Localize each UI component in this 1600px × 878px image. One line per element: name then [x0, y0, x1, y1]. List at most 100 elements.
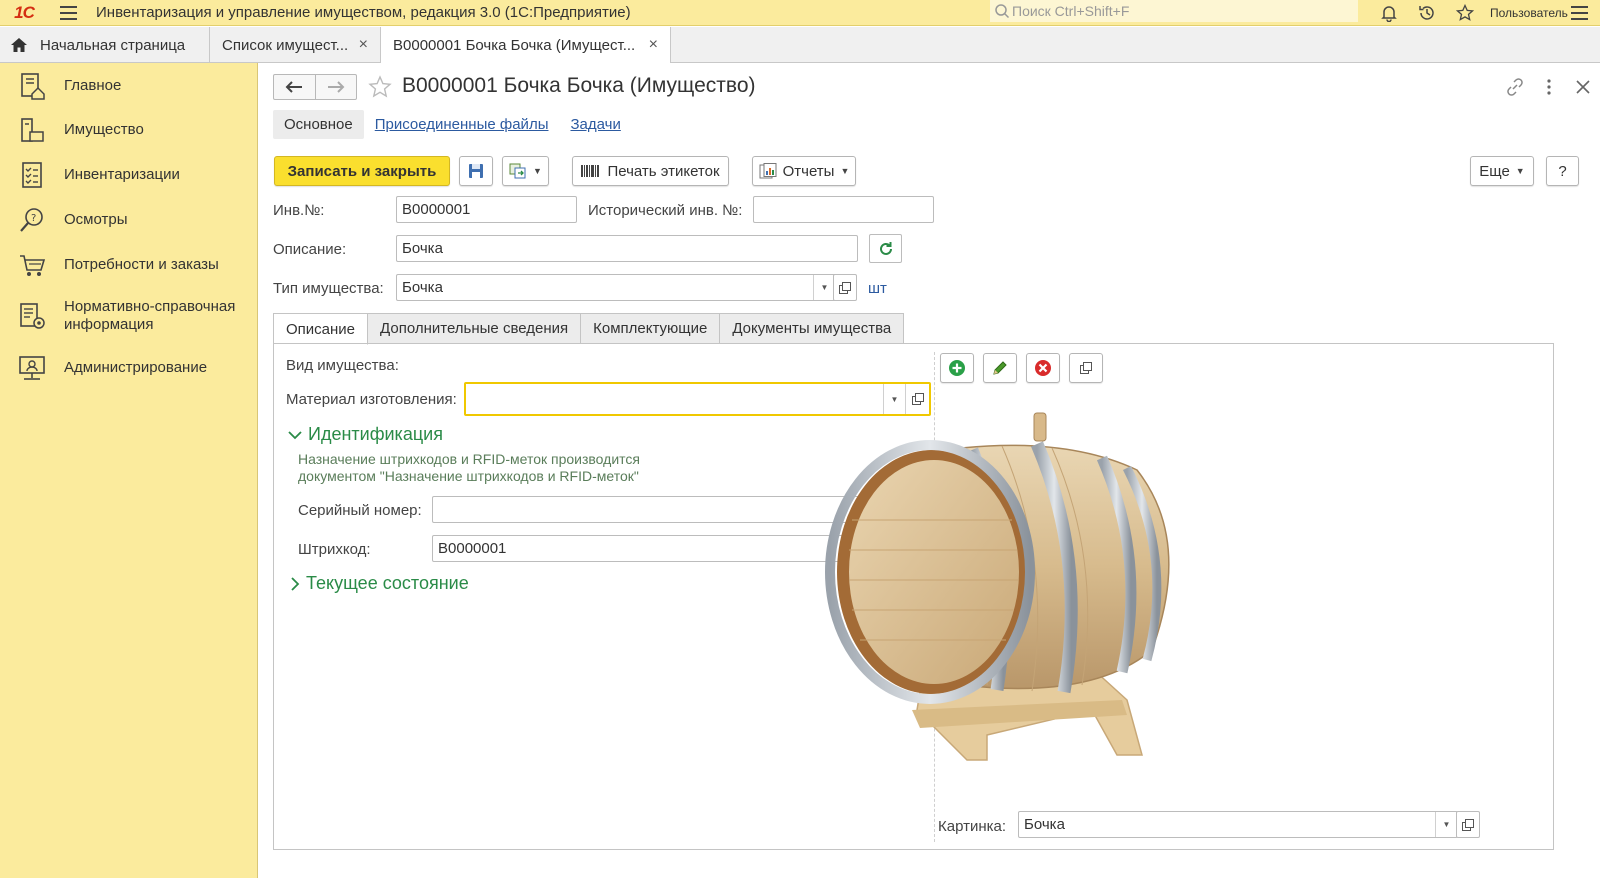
- save-and-close-button[interactable]: Записать и закрыть: [274, 156, 450, 186]
- picture-toolbar: [940, 353, 1103, 383]
- more-vertical-icon[interactable]: [1532, 73, 1566, 101]
- delete-picture-button[interactable]: [1026, 353, 1060, 383]
- save-button[interactable]: [459, 156, 493, 186]
- floppy-disk-icon: [469, 164, 483, 178]
- description-field[interactable]: Бочка: [396, 235, 858, 262]
- sidebar-item-assets[interactable]: Имущество: [0, 115, 258, 145]
- open-picture-button[interactable]: [1069, 353, 1103, 383]
- picture-label: Картинка:: [938, 818, 1007, 835]
- edit-picture-button[interactable]: [983, 353, 1017, 383]
- top-menu-icon[interactable]: [1566, 0, 1592, 26]
- material-label: Материал изготовления:: [286, 391, 457, 408]
- refresh-description-button[interactable]: [869, 234, 902, 263]
- tab-asset-form-label: В0000001 Бочка Бочка (Имущест...: [393, 36, 636, 54]
- sidebar: Главное Имущество Инвентаризации ? Осмот…: [0, 63, 258, 878]
- sidebar-item-label: Администрирование: [64, 359, 208, 376]
- favorite-star-icon[interactable]: [368, 75, 392, 99]
- sidebar-item-inventories[interactable]: Инвентаризации: [0, 160, 258, 190]
- reports-icon: [759, 163, 777, 179]
- reports-button[interactable]: Отчеты ▼: [752, 156, 856, 186]
- pencil-icon: [993, 361, 1007, 375]
- historical-inv-field[interactable]: [753, 196, 934, 223]
- magnifier-question-icon: ?: [20, 208, 43, 232]
- bell-icon[interactable]: [1370, 0, 1408, 26]
- tab-home-label: Начальная страница: [40, 36, 186, 54]
- inv-number-field[interactable]: В0000001: [396, 196, 577, 223]
- current-state-group-header[interactable]: Текущее состояние: [290, 573, 469, 594]
- checklist-icon: [22, 162, 42, 188]
- chevron-down-icon[interactable]: ▼: [1435, 812, 1457, 837]
- cart-icon: [20, 255, 46, 276]
- inner-tabs: Описание Дополнительные сведения Комплек…: [273, 313, 905, 345]
- sidebar-item-administration[interactable]: Администрирование: [0, 353, 258, 383]
- tab-description[interactable]: Описание: [273, 313, 369, 345]
- asset-icon: [21, 118, 44, 142]
- tab-additional-info[interactable]: Дополнительные сведения: [368, 313, 582, 344]
- sidebar-item-main[interactable]: Главное: [0, 71, 258, 101]
- open-form-icon: [839, 281, 851, 294]
- history-icon[interactable]: [1408, 0, 1446, 26]
- close-form-icon[interactable]: [1566, 73, 1600, 101]
- main-menu-icon[interactable]: [48, 0, 88, 26]
- asset-type-label: Тип имущества:: [273, 280, 384, 297]
- search-input[interactable]: Поиск Ctrl+Shift+F: [990, 0, 1358, 22]
- sidebar-item-reference-info[interactable]: Нормативно-справочная информация: [0, 294, 258, 338]
- tab-asset-list-label: Список имущест...: [222, 36, 349, 54]
- chevron-down-icon[interactable]: ▼: [813, 275, 835, 300]
- logo-1c[interactable]: 1С: [0, 0, 48, 26]
- chevron-right-icon: [291, 576, 300, 591]
- inv-number-label: Инв.№:: [273, 202, 325, 219]
- sidebar-item-needs-orders[interactable]: Потребности и заказы: [0, 250, 258, 280]
- tab-asset-documents[interactable]: Документы имущества: [720, 313, 905, 344]
- tab-asset-list[interactable]: Список имущест... ×: [210, 27, 381, 63]
- serial-number-label: Серийный номер:: [298, 502, 422, 519]
- barcode-label: Штрихкод:: [298, 541, 371, 558]
- barcode-icon: [581, 165, 600, 177]
- add-picture-button[interactable]: [940, 353, 974, 383]
- open-asset-type-button[interactable]: [833, 274, 857, 301]
- favorites-star-icon[interactable]: [1446, 0, 1484, 26]
- more-button[interactable]: Еще ▼: [1470, 156, 1534, 186]
- sidebar-item-label: Главное: [64, 77, 122, 94]
- dropdown-arrow-icon: ▼: [533, 166, 542, 176]
- form-title: В0000001 Бочка Бочка (Имущество): [402, 74, 756, 97]
- tab-components[interactable]: Комплектующие: [581, 313, 721, 344]
- asset-type-value: Бочка: [402, 279, 443, 296]
- user-name[interactable]: Пользователь: [1490, 6, 1568, 20]
- nav-buttons: [273, 74, 357, 100]
- top-bar: 1С Инвентаризация и управление имущество…: [0, 0, 1600, 26]
- open-picture-select-button[interactable]: [1456, 811, 1480, 838]
- tab-home[interactable]: Начальная страница: [0, 27, 210, 63]
- print-labels-button[interactable]: Печать этикеток: [572, 156, 729, 186]
- reports-label: Отчеты: [782, 162, 835, 180]
- close-icon[interactable]: ×: [649, 36, 658, 54]
- subtab-tasks[interactable]: Задачи: [559, 110, 631, 139]
- search-icon: [995, 4, 1010, 19]
- create-based-on-button[interactable]: ▼: [502, 156, 549, 186]
- sidebar-item-label: Нормативно-справочная информация: [64, 298, 236, 333]
- historical-inv-label: Исторический инв. №:: [588, 202, 743, 219]
- subtab-main[interactable]: Основное: [273, 110, 364, 139]
- asset-type-select[interactable]: Бочка ▼: [396, 274, 836, 301]
- subtab-attached-files[interactable]: Присоединенные файлы: [364, 110, 560, 139]
- unit-link[interactable]: шт: [868, 280, 887, 297]
- dropdown-arrow-icon: ▼: [840, 166, 850, 176]
- sidebar-item-inspections[interactable]: ? Осмотры: [0, 205, 258, 235]
- window-tabs: Начальная страница Список имущест... × В…: [0, 27, 1600, 64]
- forward-arrow-icon[interactable]: [316, 75, 357, 99]
- tab-asset-form[interactable]: В0000001 Бочка Бочка (Имущест... ×: [381, 27, 671, 64]
- link-icon[interactable]: [1498, 73, 1532, 101]
- identification-group-header[interactable]: Идентификация: [288, 424, 443, 445]
- sidebar-item-label: Осмотры: [64, 211, 128, 228]
- dropdown-arrow-icon: ▼: [1515, 166, 1525, 176]
- reference-doc-icon: [20, 303, 45, 329]
- description-label: Описание:: [273, 241, 347, 258]
- help-button[interactable]: ?: [1546, 156, 1579, 186]
- refresh-icon: [879, 241, 892, 255]
- home-doc-icon: [21, 73, 45, 100]
- picture-select[interactable]: Бочка ▼: [1018, 811, 1458, 838]
- plus-circle-icon: [949, 360, 965, 376]
- back-arrow-icon[interactable]: [274, 75, 316, 99]
- create-based-on-icon: [509, 163, 526, 179]
- close-icon[interactable]: ×: [359, 36, 368, 54]
